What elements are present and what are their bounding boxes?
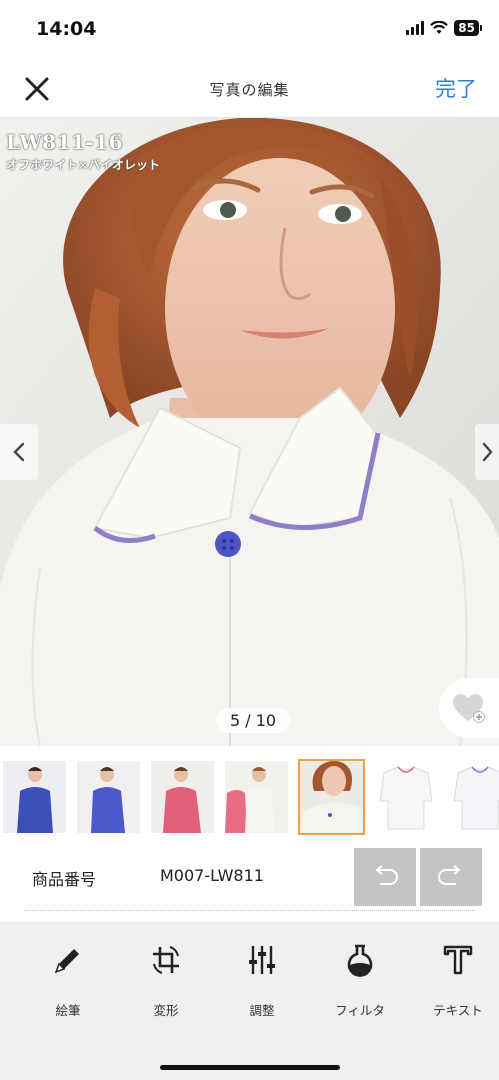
previous-photo-button[interactable] (0, 424, 38, 480)
undo-icon (375, 865, 398, 885)
text-icon (443, 945, 473, 975)
product-number-value: M007-LW811 (160, 866, 264, 885)
thumbnail-image (3, 761, 66, 833)
tool-brush-label: 絵筆 (55, 1003, 81, 1018)
chevron-right-icon (482, 442, 493, 462)
like-button[interactable] (439, 678, 499, 738)
thumbnail-image (448, 761, 499, 833)
tool-brush[interactable]: 絵筆 (28, 942, 108, 1019)
cellular-signal-icon (406, 21, 425, 35)
redo-button[interactable] (420, 848, 482, 906)
tool-filter[interactable]: フィルタ (320, 942, 400, 1019)
thumbnail-5-selected[interactable] (298, 759, 365, 835)
filter-flask-icon (347, 944, 373, 977)
product-code-caption: LW811-16 (6, 130, 124, 154)
thumbnail-image (151, 761, 214, 833)
status-time: 14:04 (36, 18, 97, 40)
wifi-icon (430, 21, 449, 34)
product-number-label: 商品番号 (32, 870, 97, 889)
crop-rotate-icon (153, 946, 179, 974)
tool-transform-label: 変形 (153, 1003, 179, 1018)
chevron-left-icon (13, 442, 25, 462)
tool-filter-label: フィルタ (335, 1003, 385, 1018)
redo-icon (438, 865, 461, 885)
status-bar: 14:04 85 (0, 0, 499, 60)
sliders-icon (249, 946, 275, 974)
thumbnail-1[interactable] (3, 761, 66, 833)
edit-toolbar: 絵筆 変形 調整 フィルタ テキスト (0, 922, 499, 1080)
status-icons: 85 (406, 20, 482, 36)
thumbnail-garment (17, 787, 53, 833)
next-photo-button[interactable] (475, 424, 499, 480)
pencil-icon (54, 949, 79, 974)
battery-icon: 85 (454, 20, 482, 36)
thumbnail-image (300, 761, 363, 833)
tool-text[interactable]: テキスト (418, 942, 498, 1019)
model-photo-illustration (0, 118, 499, 746)
thumbnail-3[interactable] (151, 761, 214, 833)
heart-plus-icon (453, 694, 485, 723)
tool-adjust-label: 調整 (249, 1003, 275, 1018)
photo-caption: LW811-16 オフホワイト×バイオレット (6, 130, 160, 173)
undo-button[interactable] (354, 848, 416, 906)
divider (24, 910, 475, 911)
thumbnail-4[interactable] (225, 761, 288, 833)
home-indicator[interactable] (160, 1065, 340, 1070)
thumbnail-image (374, 761, 437, 833)
editor-header: 写真の編集 完了 (0, 60, 499, 118)
done-button[interactable]: 完了 (435, 73, 477, 103)
tool-text-label: テキスト (433, 1003, 483, 1018)
product-number-row: 商品番号 M007-LW811 (0, 845, 499, 911)
thumbnail-6[interactable] (374, 761, 437, 833)
thumbnail-7[interactable] (448, 761, 499, 833)
page-indicator: 5 / 10 (216, 708, 291, 733)
thumbnail-2[interactable] (77, 761, 140, 833)
main-photo[interactable]: LW811-16 オフホワイト×バイオレット 5 / 10 (0, 118, 499, 746)
color-name-caption: オフホワイト×バイオレット (6, 158, 161, 172)
page-title: 写真の編集 (209, 81, 290, 99)
thumbnail-image (225, 761, 288, 833)
thumbnail-image (77, 761, 140, 833)
tool-transform[interactable]: 変形 (126, 942, 206, 1019)
thumbnail-strip[interactable] (0, 757, 499, 837)
tool-adjust[interactable]: 調整 (222, 942, 302, 1019)
